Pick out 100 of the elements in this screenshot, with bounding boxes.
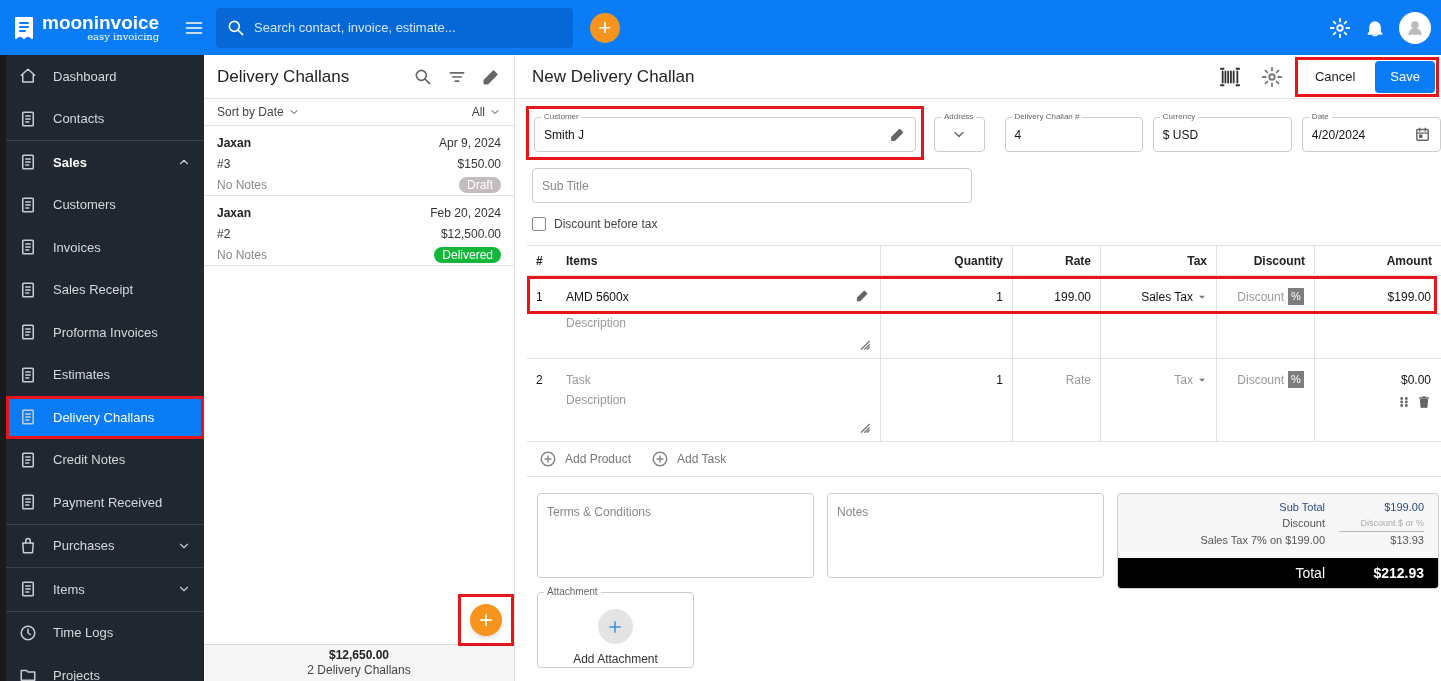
bag-icon — [19, 536, 37, 555]
tax-dropdown[interactable]: Sales Tax — [1141, 288, 1207, 306]
checkbox[interactable] — [532, 217, 546, 231]
document-icon — [19, 323, 37, 342]
sidebar-item[interactable]: Customers — [6, 183, 204, 226]
challan-notes: No Notes — [217, 177, 269, 194]
form-title: New Delivery Challan — [532, 65, 695, 88]
column-header: Amount — [1314, 246, 1441, 275]
discount-label: Discount — [1281, 516, 1325, 531]
sidebar-item[interactable]: Dashboard — [6, 55, 204, 98]
sidebar-item[interactable]: Invoices — [6, 226, 204, 269]
pencil-icon — [855, 288, 870, 303]
cancel-button[interactable]: Cancel — [1298, 60, 1372, 93]
sidebar-item[interactable]: Credit Notes — [6, 438, 204, 481]
trash-icon — [1417, 395, 1431, 409]
document-icon — [19, 450, 37, 469]
column-header: Rate — [1012, 246, 1100, 275]
save-button[interactable]: Save — [1375, 60, 1435, 93]
add-task-button[interactable]: Add Task — [651, 450, 727, 468]
search-field[interactable]: Search contact, invoice, estimate... — [216, 7, 573, 48]
document-icon — [19, 408, 37, 427]
discount-field[interactable]: Discount — [1228, 288, 1284, 306]
quantity-cell: 1 — [880, 359, 1012, 441]
customer-name: Jaxan — [217, 205, 253, 222]
challan-list-item[interactable]: Jaxan Feb 20, 2024 #2 $12,500.00 No Notes Delivered — [204, 196, 514, 266]
barcode-icon — [1218, 65, 1241, 88]
discount-input[interactable]: Discount $ or % — [1339, 515, 1424, 532]
sort-dropdown[interactable]: Sort by Date — [217, 103, 300, 121]
document-icon — [19, 280, 37, 299]
challan-date: Feb 20, 2024 — [429, 205, 501, 222]
home-icon — [19, 67, 37, 86]
sidebar-item[interactable]: Sales Receipt — [6, 268, 204, 311]
challan-number: #2 — [217, 226, 232, 243]
document-icon — [19, 493, 37, 512]
column-header: Tax — [1100, 246, 1216, 275]
brand-tagline: easy invoicing — [87, 32, 160, 42]
avatar[interactable] — [1399, 11, 1431, 44]
quantity-cell: 1 — [880, 276, 1012, 358]
plus-circle-icon — [539, 450, 557, 468]
document-icon — [19, 365, 37, 384]
total-label: Total — [1294, 563, 1325, 583]
document-icon — [19, 109, 37, 128]
row-number: 2 — [535, 372, 544, 389]
item-field[interactable]: AMD 5600x — [566, 288, 836, 306]
description-field[interactable]: Description — [566, 314, 836, 332]
column-header: Quantity — [880, 246, 1012, 275]
status-badge: Delivered — [434, 247, 501, 263]
challan-date: Apr 9, 2024 — [437, 135, 501, 152]
document-icon — [19, 238, 37, 257]
amount-cell-text: $199.00 — [1387, 289, 1431, 306]
amount-cell-text: $0.00 — [1400, 372, 1431, 389]
percent-toggle[interactable]: % — [1288, 371, 1304, 388]
subtitle-field[interactable]: Sub Title — [532, 168, 972, 203]
rate-field[interactable]: Rate — [1022, 371, 1091, 389]
rate-field[interactable]: 199.00 — [1022, 288, 1091, 306]
challan-number: #3 — [217, 156, 232, 173]
clock-icon — [19, 623, 37, 642]
challan-amount: $150.00 — [456, 156, 501, 173]
tax-label: Sales Tax 7% on $199.00 — [1199, 533, 1325, 548]
customer-name: Jaxan — [217, 135, 253, 152]
description-field[interactable]: Description — [566, 391, 836, 409]
column-header: Items — [565, 252, 599, 270]
percent-toggle[interactable]: % — [1288, 288, 1304, 305]
challan-amount: $12,500.00 — [439, 226, 501, 243]
document-icon — [19, 153, 37, 172]
sidebar-item[interactable]: Delivery Challans — [6, 396, 204, 439]
filter-dropdown[interactable]: All — [471, 103, 501, 121]
subtotal-value: $199.00 — [1383, 500, 1424, 515]
brand-name: mooninvoice — [42, 13, 160, 32]
add-attachment-button[interactable]: Add Attachment — [573, 609, 658, 668]
challan-notes: No Notes — [217, 247, 269, 264]
pencil-icon — [889, 126, 906, 143]
notes-field[interactable]: Notes — [827, 493, 1104, 578]
sidebar-item[interactable]: Time Logs — [6, 611, 204, 654]
terms-field[interactable]: Terms & Conditions — [537, 493, 814, 578]
status-badge: Draft — [459, 177, 501, 193]
sidebar-item[interactable]: Sales — [6, 141, 204, 184]
user-icon — [1406, 18, 1424, 37]
sidebar-item[interactable]: Purchases — [6, 524, 204, 567]
challan-count: 2 Delivery Challans — [307, 663, 411, 678]
challan-list-item[interactable]: Jaxan Apr 9, 2024 #3 $150.00 No Notes Draft — [204, 126, 514, 196]
sidebar-item[interactable]: Proforma Invoices — [6, 311, 204, 354]
total-amount: $12,650.00 — [328, 648, 390, 663]
attachment-label: Attachment — [544, 586, 601, 598]
document-icon — [19, 195, 37, 214]
scan-button[interactable] — [1218, 65, 1241, 88]
add-product-button[interactable]: Add Product — [539, 450, 632, 468]
sidebar-item[interactable]: Payment Received — [6, 481, 204, 524]
document-icon — [19, 580, 37, 599]
sidebar-item[interactable]: Estimates — [6, 353, 204, 396]
sidebar-item[interactable]: Items — [6, 568, 204, 611]
discount-field[interactable]: Discount — [1228, 371, 1284, 389]
tax-value: $13.93 — [1389, 533, 1424, 548]
sidebar-item[interactable]: Contacts — [6, 97, 204, 140]
item-field[interactable]: Task — [566, 371, 836, 389]
total-value: $212.93 — [1372, 563, 1424, 583]
column-header: # — [535, 252, 544, 270]
checkbox-label: Discount before tax — [554, 216, 658, 233]
subtotal-label: Sub Total — [1278, 500, 1325, 515]
column-header: Discount — [1216, 246, 1314, 275]
